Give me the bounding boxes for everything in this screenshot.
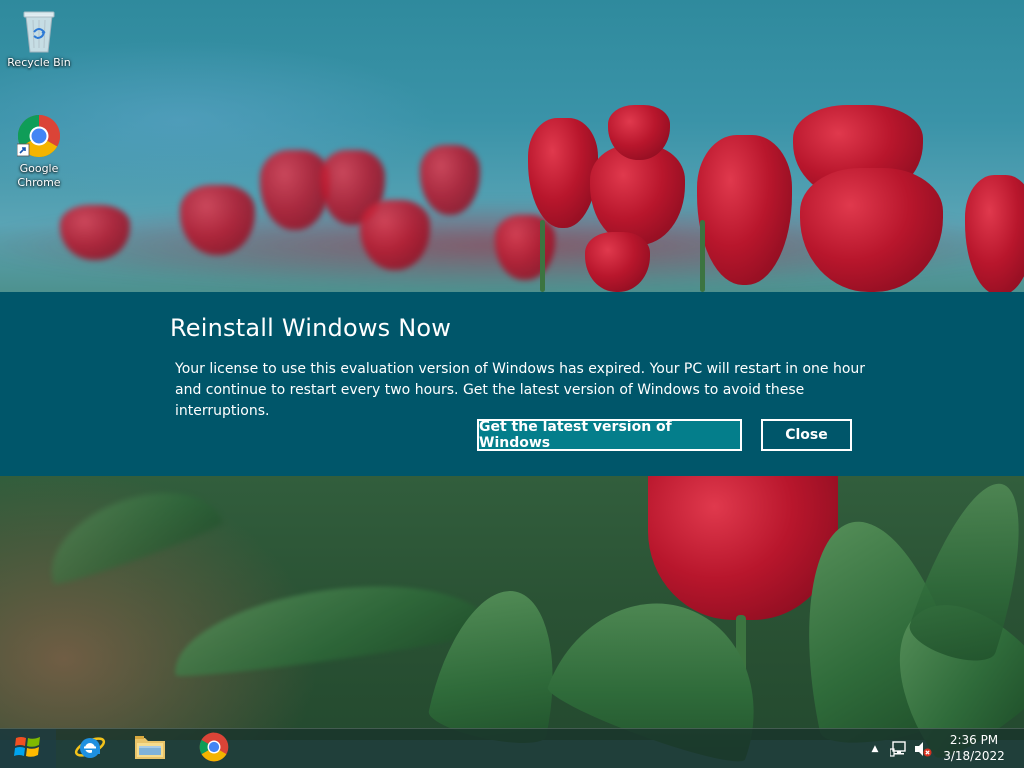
reinstall-windows-banner: Reinstall Windows Now Your license to us… — [0, 292, 1024, 476]
volume-muted-icon[interactable] — [912, 729, 934, 768]
taskbar-clock[interactable]: 2:36 PM 3/18/2022 — [940, 732, 1008, 766]
close-button[interactable]: Close — [761, 419, 852, 451]
wallpaper-tulip — [648, 458, 838, 620]
wallpaper-stem — [700, 220, 705, 292]
clock-time: 2:36 PM — [949, 733, 999, 747]
file-explorer-icon — [133, 733, 167, 765]
clock-date: 3/18/2022 — [943, 749, 1005, 763]
network-icon[interactable] — [888, 729, 910, 768]
desktop-icon-label: Google Chrome — [17, 162, 61, 189]
start-button[interactable] — [0, 729, 56, 768]
chrome-icon — [16, 112, 61, 160]
taskbar-internet-explorer[interactable] — [60, 729, 120, 768]
desktop-icon-google-chrome[interactable]: Google Chrome — [3, 112, 75, 190]
banner-message: Your license to use this evaluation vers… — [175, 361, 866, 419]
chevron-up-icon: ▲ — [871, 744, 879, 754]
chrome-icon — [199, 732, 229, 766]
wallpaper-stem — [540, 220, 545, 292]
show-hidden-icons-chevron[interactable]: ▲ — [866, 729, 884, 768]
desktop: Recycle Bin Google Chrome Reinstall Wind… — [0, 0, 1024, 768]
desktop-icon-label: Recycle Bin — [7, 56, 71, 69]
banner-title: Reinstall Windows Now — [170, 314, 452, 342]
windows-logo-icon — [14, 734, 42, 764]
get-latest-windows-button[interactable]: Get the latest version of Windows — [477, 419, 742, 451]
taskbar-google-chrome[interactable] — [184, 729, 244, 768]
internet-explorer-icon — [74, 731, 106, 767]
taskbar: ▲ 2:36 PM 3/18/2022 — [0, 728, 1024, 768]
desktop-icon-recycle-bin[interactable]: Recycle Bin — [3, 6, 75, 70]
recycle-bin-icon — [17, 6, 61, 54]
taskbar-file-explorer[interactable] — [120, 729, 180, 768]
